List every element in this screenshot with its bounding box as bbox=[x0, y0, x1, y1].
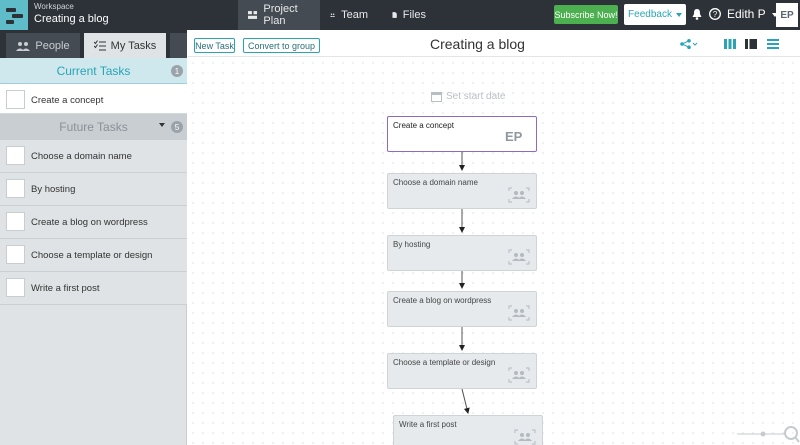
nav-team[interactable]: Team bbox=[320, 0, 378, 30]
list-item[interactable]: Choose a domain name bbox=[0, 140, 187, 173]
bell-icon[interactable] bbox=[691, 8, 703, 20]
task-node[interactable]: Create a concept EP bbox=[387, 116, 537, 152]
task-node[interactable]: Choose a template or design bbox=[387, 353, 537, 389]
feedback-button[interactable]: Feedback bbox=[624, 4, 686, 25]
nav-label: Project Plan bbox=[263, 3, 298, 27]
task-label: Write a first post bbox=[31, 283, 100, 294]
feedback-label: Feedback bbox=[628, 9, 672, 20]
current-tasks-title: Current Tasks bbox=[56, 64, 131, 78]
share-icon[interactable] bbox=[680, 39, 698, 49]
task-label: Create a concept bbox=[31, 95, 104, 106]
task-node-label: Choose a domain name bbox=[393, 178, 478, 187]
main-toolbar: New Task Convert to group Creating a blo… bbox=[188, 30, 800, 57]
task-label: Create a blog on wordpress bbox=[31, 217, 148, 228]
sidebar: People My Tasks Current Tasks 1 Create a… bbox=[0, 30, 187, 445]
task-checkbox[interactable] bbox=[6, 90, 25, 109]
tab-label: My Tasks bbox=[110, 39, 157, 52]
workspace-name: Creating a blog bbox=[34, 13, 109, 25]
assign-people-icon[interactable] bbox=[514, 429, 536, 445]
nav-files[interactable]: Files bbox=[382, 0, 436, 30]
assign-people-icon[interactable] bbox=[508, 305, 530, 321]
help-icon[interactable]: ? bbox=[709, 8, 721, 20]
list-item[interactable]: Create a blog on wordpress bbox=[0, 206, 187, 239]
task-checkbox[interactable] bbox=[6, 245, 25, 264]
list-item[interactable]: Choose a template or design bbox=[0, 239, 187, 272]
assign-people-icon[interactable] bbox=[508, 249, 530, 265]
avatar[interactable]: EP bbox=[776, 3, 798, 27]
list-view-icon[interactable] bbox=[767, 39, 779, 49]
convert-to-group-button[interactable]: Convert to group bbox=[243, 38, 320, 53]
app-logo[interactable] bbox=[0, 0, 28, 30]
project-plan-icon bbox=[248, 11, 258, 19]
task-node[interactable]: Choose a domain name bbox=[387, 173, 537, 209]
task-node-label: Choose a template or design bbox=[393, 358, 496, 367]
new-task-button[interactable]: New Task bbox=[194, 38, 235, 53]
task-checkbox[interactable] bbox=[6, 278, 25, 297]
future-tasks-count: 5 bbox=[171, 121, 183, 133]
task-checkbox[interactable] bbox=[6, 179, 25, 198]
list-item[interactable]: Write a first post bbox=[0, 272, 187, 305]
workspace-label: Workspace bbox=[34, 2, 74, 11]
task-node[interactable]: Write a first post bbox=[393, 415, 543, 445]
board-view-icon[interactable] bbox=[724, 39, 736, 49]
tab-label: People bbox=[35, 39, 70, 52]
workspace-switcher[interactable]: Workspace Creating a blog bbox=[34, 2, 109, 26]
user-menu[interactable]: Edith P bbox=[727, 7, 778, 21]
svg-text:?: ? bbox=[713, 10, 718, 19]
user-name: Edith P bbox=[727, 7, 766, 21]
tab-my-tasks[interactable]: My Tasks bbox=[84, 33, 166, 58]
flow-canvas[interactable]: Set start date Create a concept EP Choos… bbox=[188, 58, 800, 445]
task-node-label: By hosting bbox=[393, 240, 431, 249]
task-label: Choose a domain name bbox=[31, 151, 132, 162]
current-tasks-count: 1 bbox=[171, 65, 183, 77]
current-tasks-header[interactable]: Current Tasks 1 bbox=[0, 58, 187, 84]
task-node[interactable]: By hosting bbox=[387, 235, 537, 271]
connector-line bbox=[461, 388, 470, 414]
tab-more[interactable] bbox=[170, 33, 187, 58]
chevron-down-icon bbox=[675, 12, 682, 17]
task-node-label: Create a blog on wordpress bbox=[393, 296, 492, 305]
list-item[interactable]: By hosting bbox=[0, 173, 187, 206]
task-node[interactable]: Create a blog on wordpress bbox=[387, 291, 537, 327]
zoom-slider-handle[interactable] bbox=[760, 431, 766, 437]
zoom-control[interactable] bbox=[735, 423, 800, 445]
nav-project-plan[interactable]: Project Plan bbox=[238, 0, 320, 30]
team-icon bbox=[330, 13, 336, 17]
future-tasks-header[interactable]: Future Tasks 5 bbox=[0, 114, 187, 140]
chevron-down-icon[interactable] bbox=[159, 123, 165, 127]
subscribe-button[interactable]: Subscribe Now! bbox=[554, 5, 618, 24]
files-icon bbox=[392, 12, 397, 18]
nav-label: Team bbox=[341, 9, 368, 21]
task-label: By hosting bbox=[31, 184, 76, 195]
task-node-avatar: EP bbox=[505, 129, 523, 144]
list-item[interactable]: Create a concept bbox=[0, 84, 187, 114]
top-bar: Workspace Creating a blog Project Plan T… bbox=[0, 0, 800, 30]
assign-people-icon[interactable] bbox=[508, 367, 530, 383]
main-panel: New Task Convert to group Creating a blo… bbox=[188, 30, 800, 445]
assign-people-icon[interactable] bbox=[508, 187, 530, 203]
nav-label: Files bbox=[402, 9, 426, 21]
task-checkbox[interactable] bbox=[6, 146, 25, 165]
people-icon bbox=[16, 41, 31, 51]
task-label: Choose a template or design bbox=[31, 250, 153, 261]
task-checkbox[interactable] bbox=[6, 212, 25, 231]
task-node-label: Create a concept bbox=[393, 121, 454, 130]
tab-people[interactable]: People bbox=[6, 33, 80, 58]
sidebar-tabs: People My Tasks bbox=[0, 30, 187, 58]
task-node-label: Write a first post bbox=[399, 420, 457, 429]
page-title: Creating a blog bbox=[430, 36, 525, 52]
split-view-icon[interactable] bbox=[745, 39, 757, 49]
checklist-icon bbox=[93, 40, 106, 51]
